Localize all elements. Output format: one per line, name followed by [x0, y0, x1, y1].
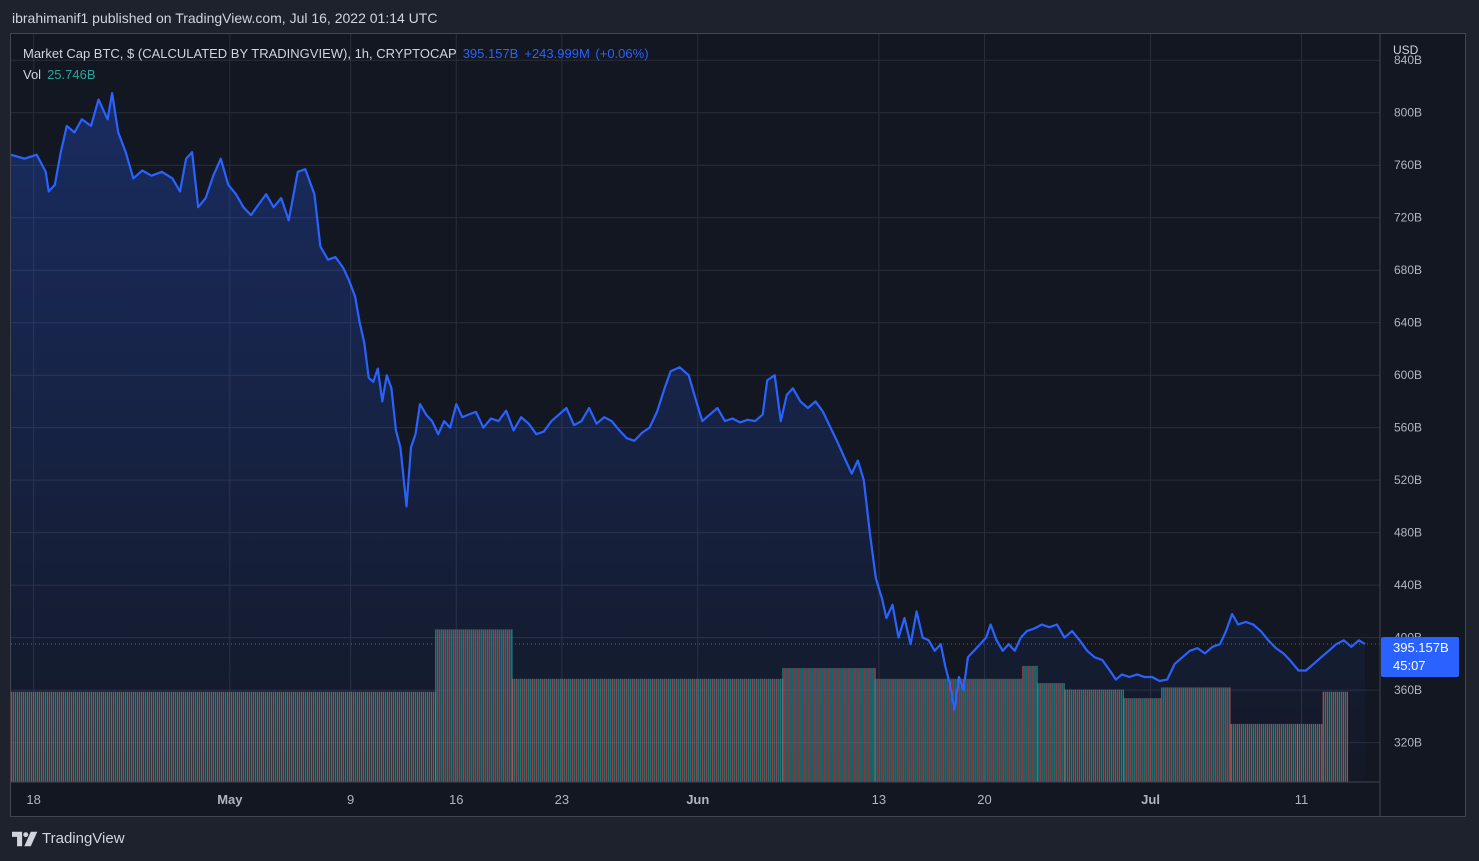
y-tick-label: 600B [1394, 368, 1422, 382]
y-tick-label: 640B [1394, 316, 1422, 330]
symbol-name: Market Cap BTC, $ (CALCULATED BY TRADING… [23, 46, 457, 61]
last-price-value: 395.157B [1393, 640, 1449, 655]
x-tick-label: 11 [1295, 792, 1309, 807]
chart-legend-symbol[interactable]: Market Cap BTC, $ (CALCULATED BY TRADING… [23, 46, 649, 61]
tradingview-branding[interactable]: TradingView [12, 830, 125, 847]
y-tick-label: 560B [1394, 421, 1422, 435]
y-tick-label: 320B [1394, 736, 1422, 750]
last-value: 395.157B [462, 46, 519, 61]
y-tick-label: 720B [1394, 211, 1422, 225]
volume-label: Vol [23, 67, 42, 82]
x-tick-label: Jul [1141, 792, 1160, 807]
price-area-fill [11, 93, 1365, 782]
chart-legend-volume[interactable]: Vol 25.746B [23, 67, 96, 82]
change-percent: (+0.06%) [595, 46, 649, 61]
x-tick-label: 18 [26, 792, 40, 807]
x-tick-label: 23 [555, 792, 569, 807]
tradingview-logo-icon [12, 831, 38, 846]
change-value: +243.999M [524, 46, 590, 61]
last-price-tag: 395.157B 45:07 [1381, 637, 1459, 677]
bar-countdown: 45:07 [1393, 658, 1426, 673]
y-tick-label: 680B [1394, 263, 1422, 277]
x-tick-label: Jun [686, 792, 709, 807]
chart-svg[interactable]: 320B360B400B440B480B520B560B600B640B680B… [0, 0, 1479, 861]
x-tick-label: 9 [347, 792, 354, 807]
x-tick-label: 20 [977, 792, 991, 807]
y-tick-label: 480B [1394, 526, 1422, 540]
y-tick-label: 360B [1394, 683, 1422, 697]
y-tick-label: 440B [1394, 578, 1422, 592]
x-tick-label: 16 [449, 792, 463, 807]
price-area [11, 92, 1380, 782]
x-tick-label: 13 [872, 792, 886, 807]
currency-label[interactable]: USD [1393, 43, 1418, 57]
y-tick-label: 760B [1394, 158, 1422, 172]
y-tick-label: 520B [1394, 473, 1422, 487]
y-tick-label: 800B [1394, 106, 1422, 120]
brand-name: TradingView [42, 830, 125, 847]
x-tick-label: May [217, 792, 243, 807]
volume-value: 25.746B [47, 67, 96, 82]
